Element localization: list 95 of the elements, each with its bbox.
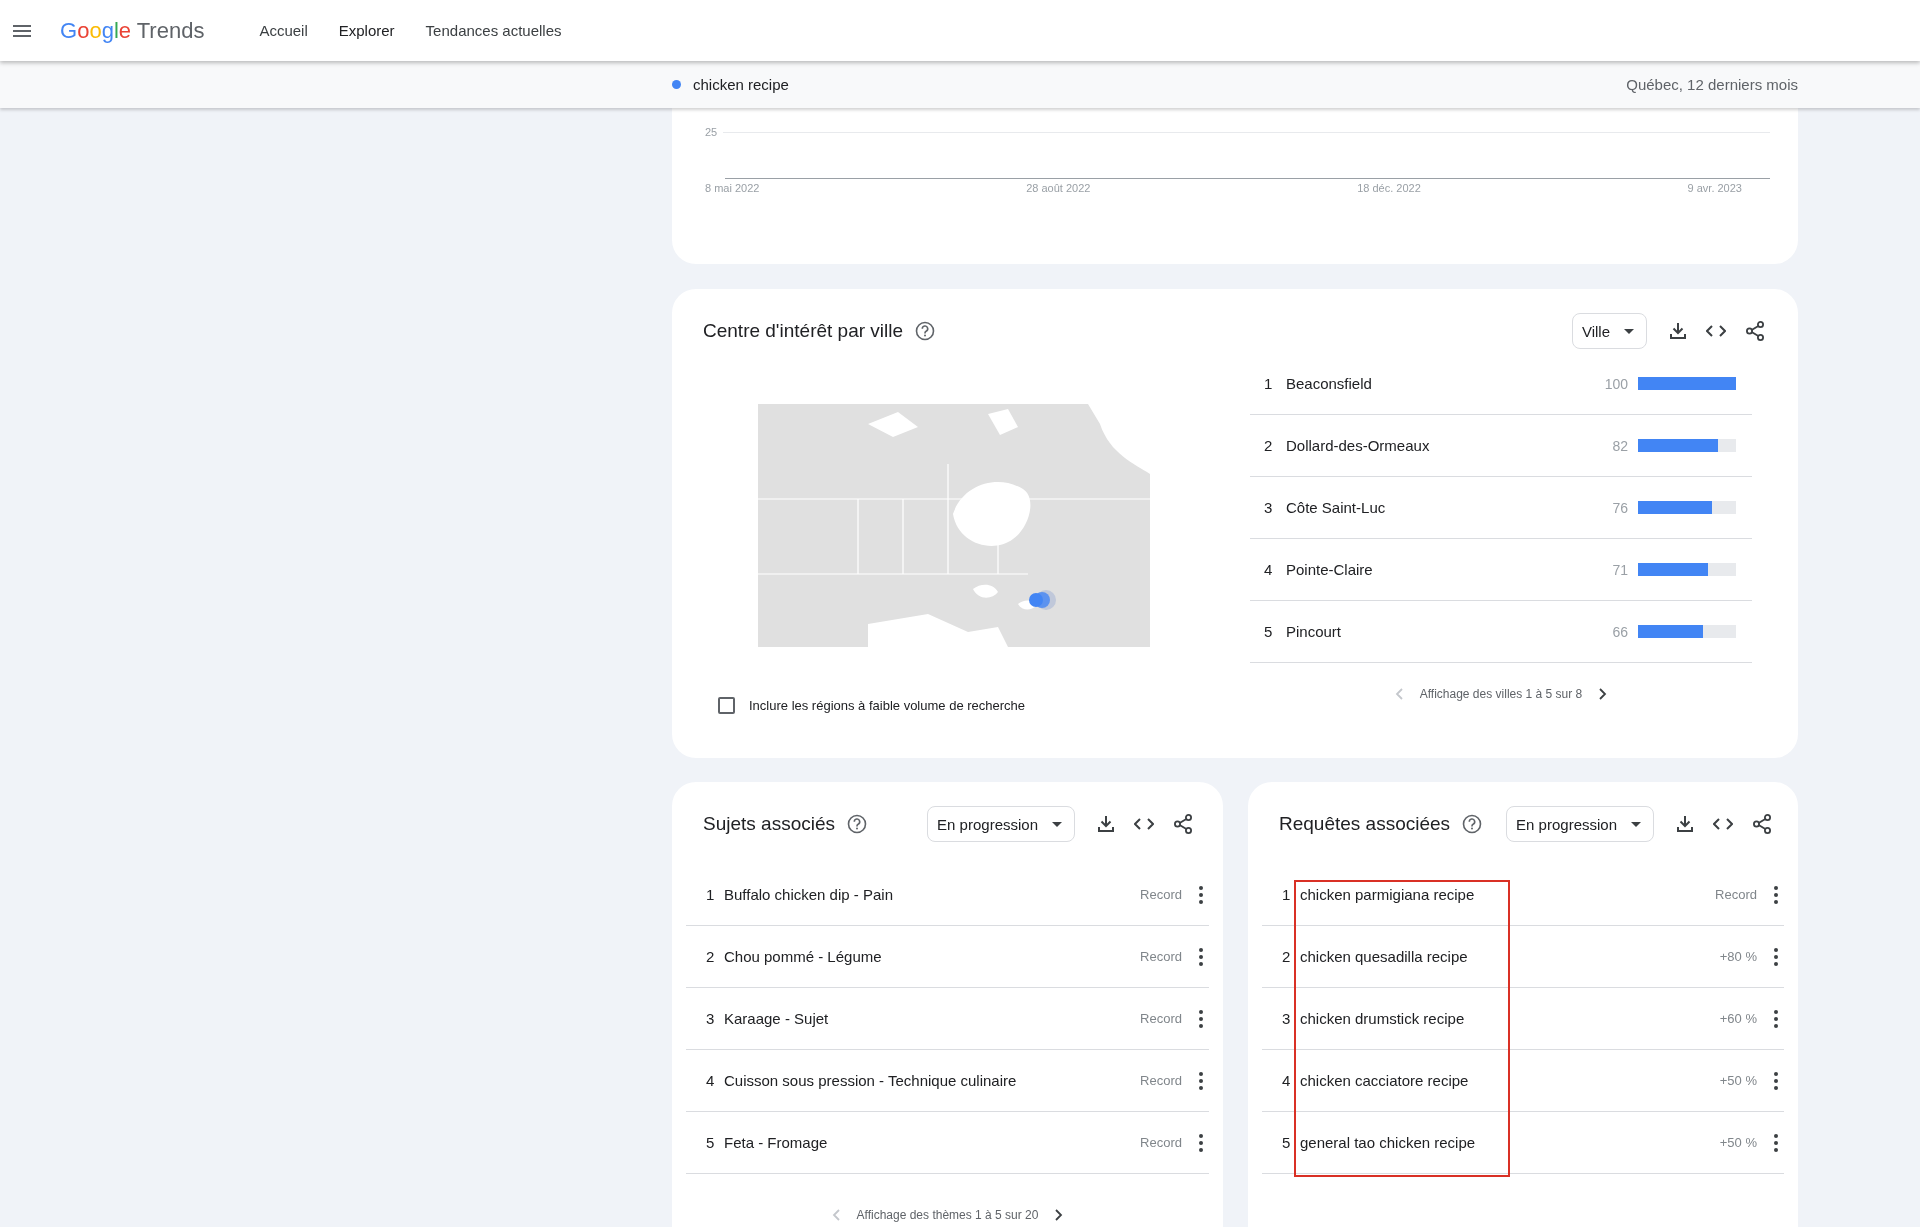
related-item-label[interactable]: Karaage - Sujet [724, 1010, 1141, 1027]
related-item-label[interactable]: general tao chicken recipe [1300, 1134, 1720, 1151]
pagination-label: Affichage des thèmes 1 à 5 sur 20 [856, 1208, 1039, 1222]
related-item-label[interactable]: Feta - Fromage [724, 1134, 1141, 1151]
change-value: Record [1140, 1135, 1182, 1150]
interest-value: 66 [1611, 623, 1628, 640]
code-icon[interactable] [1706, 324, 1726, 338]
rank-number: 5 [1282, 1134, 1292, 1151]
code-icon[interactable] [1713, 817, 1733, 831]
rank-number: 2 [1282, 948, 1292, 965]
code-icon[interactable] [1134, 817, 1154, 831]
more-icon[interactable] [1199, 1071, 1203, 1090]
download-icon[interactable] [1097, 815, 1115, 833]
share-icon[interactable] [1752, 814, 1772, 834]
card-title: Sujets associés [703, 813, 835, 835]
change-value: Record [1140, 949, 1182, 964]
more-icon[interactable] [1774, 1071, 1778, 1090]
change-value: Record [1140, 1073, 1182, 1088]
city-name[interactable]: Côte Saint-Luc [1286, 499, 1578, 516]
more-icon[interactable] [1199, 947, 1203, 966]
change-value: Record [1140, 887, 1182, 902]
more-icon[interactable] [1774, 1133, 1778, 1152]
change-value: +50 % [1719, 1135, 1757, 1150]
series-dot [672, 80, 681, 89]
more-icon[interactable] [1774, 1009, 1778, 1028]
download-icon[interactable] [1669, 322, 1687, 340]
logo[interactable]: Google Trends [60, 17, 205, 44]
rank-number: 1 [1264, 375, 1274, 392]
rank-number: 4 [706, 1072, 716, 1089]
interest-value: 71 [1611, 561, 1628, 578]
change-value: +50 % [1719, 1073, 1757, 1088]
change-value: +60 % [1719, 1011, 1757, 1026]
chevron-right-icon[interactable] [1599, 688, 1608, 700]
rank-number: 4 [1282, 1072, 1292, 1089]
more-icon[interactable] [1774, 885, 1778, 904]
interest-value: 100 [1603, 375, 1628, 392]
axis-label: 8 mai 2022 [705, 182, 760, 194]
change-value: +80 % [1719, 949, 1757, 964]
rank-number: 4 [1264, 561, 1274, 578]
rank-number: 3 [706, 1010, 716, 1027]
share-icon[interactable] [1173, 814, 1193, 834]
card-title: Centre d'intérêt par ville [703, 320, 904, 342]
rank-number: 1 [1282, 886, 1292, 903]
filter-dropdown[interactable]: En progression [927, 806, 1075, 842]
caret-icon [1052, 821, 1062, 827]
interest-value: 82 [1611, 437, 1628, 454]
rank-number: 3 [1264, 499, 1274, 516]
rank-number: 5 [1264, 623, 1274, 640]
related-item-label[interactable]: chicken quesadilla recipe [1300, 948, 1720, 965]
city-name[interactable]: Dollard-des-Ormeaux [1286, 437, 1578, 454]
related-item-label[interactable]: chicken cacciatore recipe [1300, 1072, 1720, 1089]
share-icon[interactable] [1745, 321, 1765, 341]
rank-number: 1 [706, 886, 716, 903]
filter-dropdown[interactable]: En progression [1506, 806, 1654, 842]
axis-label: 25 [705, 126, 718, 138]
more-icon[interactable] [1199, 1009, 1203, 1028]
resolution-dropdown[interactable]: Ville [1571, 313, 1647, 349]
change-value: Record [1140, 1011, 1182, 1026]
scope-label: Québec, 12 derniers mois [1626, 76, 1798, 93]
rank-number: 5 [706, 1134, 716, 1151]
pagination-label: Affichage des villes 1 à 5 sur 8 [1419, 687, 1583, 701]
interest-value: 76 [1611, 499, 1628, 516]
related-item-label[interactable]: Cuisson sous pression - Technique culinaire [724, 1072, 1141, 1089]
more-icon[interactable] [1199, 885, 1203, 904]
chevron-right-icon[interactable] [1055, 1209, 1064, 1221]
help-icon[interactable] [915, 321, 936, 341]
related-item-label[interactable]: chicken parmigiana recipe [1300, 886, 1716, 903]
rank-number: 3 [1282, 1010, 1292, 1027]
axis-label: 28 août 2022 [1026, 182, 1091, 194]
more-icon[interactable] [1774, 947, 1778, 966]
axis-label: 9 avr. 2023 [1687, 182, 1742, 194]
caret-icon [1624, 328, 1634, 334]
nav-tab[interactable]: Explorer [338, 0, 395, 61]
search-term: chicken recipe [693, 76, 789, 93]
city-name[interactable]: Beaconsfield [1286, 375, 1578, 392]
rank-number: 2 [1264, 437, 1274, 454]
nav-tab[interactable]: Accueil [259, 0, 308, 61]
checkbox-label: Inclure les régions à faible volume de recherche [749, 698, 1026, 713]
related-item-label[interactable]: Chou pommé - Légume [724, 948, 1141, 965]
help-icon[interactable] [1462, 814, 1483, 834]
related-item-label[interactable]: chicken drumstick recipe [1300, 1010, 1720, 1027]
city-name[interactable]: Pincourt [1286, 623, 1578, 640]
help-icon[interactable] [847, 814, 867, 834]
axis-label: 18 déc. 2022 [1357, 182, 1421, 194]
caret-icon [1631, 821, 1641, 827]
rank-number: 2 [706, 948, 716, 965]
card-title: Requêtes associées [1279, 813, 1451, 835]
download-icon[interactable] [1676, 815, 1694, 833]
related-item-label[interactable]: Buffalo chicken dip - Pain [724, 886, 1141, 903]
nav-tab[interactable]: Tendances actuelles [425, 0, 562, 61]
more-icon[interactable] [1199, 1133, 1203, 1152]
checkbox[interactable] [718, 697, 735, 714]
menu-icon[interactable] [13, 24, 31, 37]
change-value: Record [1715, 887, 1757, 902]
city-name[interactable]: Pointe-Claire [1286, 561, 1578, 578]
